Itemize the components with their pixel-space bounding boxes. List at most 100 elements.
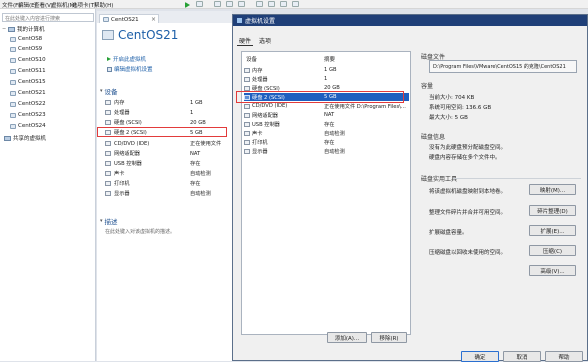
display-icon	[244, 148, 250, 154]
play-icon	[107, 57, 111, 61]
expand-button[interactable]: 扩展(E)...	[529, 225, 576, 236]
device-row[interactable]: 声卡 自动检测	[105, 169, 229, 178]
tab-options[interactable]: 选项	[259, 36, 271, 45]
tab-hardware[interactable]: 硬件	[237, 36, 254, 46]
cd-dvd-icon	[105, 141, 111, 146]
revert-snapshot-icon[interactable]	[226, 1, 233, 7]
power-on-link[interactable]: 开启此虚拟机	[107, 55, 146, 63]
thumbnail-view-icon[interactable]	[292, 1, 299, 7]
disk-info-line: 没有为此硬盘预分配磁盘空间。	[429, 145, 507, 151]
vm-icon	[10, 112, 16, 118]
fullscreen-icon[interactable]	[256, 1, 263, 7]
hardware-row[interactable]: 打印机 存在	[244, 138, 409, 146]
add-hardware-button[interactable]: 添加(A)...	[327, 332, 367, 343]
harddisk-icon	[244, 85, 250, 91]
vm-icon	[102, 30, 114, 40]
util-expand-text: 扩展磁盘容量。	[429, 230, 468, 236]
sound-card-icon	[244, 130, 250, 136]
hardware-list: 设备 摘要 内存 1 GB 处理器 1 硬盘 (SCSI) 20 GB 硬盘 2 (S…	[236, 51, 411, 335]
group-divider	[453, 178, 581, 179]
device-row[interactable]: 打印机 存在	[105, 179, 229, 188]
tree-item-vm[interactable]: CentOS8	[10, 36, 42, 42]
settings-icon	[107, 66, 112, 72]
power-on-icon[interactable]	[185, 2, 190, 8]
device-row[interactable]: 显示器 自动检测	[105, 189, 229, 198]
memory-icon	[244, 67, 250, 73]
library-search-input[interactable]: 在此处键入内容进行搜索	[2, 13, 94, 22]
console-view-icon[interactable]	[280, 1, 287, 7]
hardware-row[interactable]: 处理器 1	[244, 75, 409, 83]
red-highlight-box	[236, 91, 404, 103]
help-button[interactable]: 帮助	[545, 351, 583, 362]
processor-icon	[105, 110, 111, 115]
devices-header[interactable]: ▾ 设备	[100, 86, 118, 96]
advanced-button[interactable]: 高级(V)...	[529, 265, 576, 276]
ok-button[interactable]: 确定	[461, 351, 499, 362]
system-free-space: 系统可用空间: 136.6 GB	[429, 105, 492, 111]
device-row[interactable]: 硬盘 (SCSI) 20 GB	[105, 118, 229, 127]
red-highlight-box	[97, 127, 227, 137]
device-row[interactable]: 内存 1 GB	[105, 98, 229, 107]
snapshot-icon[interactable]	[214, 1, 221, 7]
processor-icon	[244, 76, 250, 82]
display-icon	[105, 191, 111, 196]
network-adapter-icon	[105, 151, 111, 156]
vm-icon	[10, 36, 16, 42]
util-defrag-text: 整理文件碎片并合并可用空间。	[429, 210, 507, 216]
tree-item-vm[interactable]: CentOS9	[10, 46, 42, 52]
dropdown-icon[interactable]	[196, 1, 203, 7]
hardware-row[interactable]: 内存 1 GB	[244, 66, 409, 74]
defragment-button[interactable]: 碎片整理(D)	[529, 205, 576, 216]
menu-tabs[interactable]: 选项卡(T)	[72, 1, 96, 9]
hardware-row[interactable]: CD/DVD (IDE) 正在使用文件 D:\Program Files\...	[244, 102, 409, 110]
printer-icon	[244, 139, 250, 145]
network-adapter-icon	[244, 112, 250, 118]
close-tab-icon[interactable]: ×	[151, 16, 156, 23]
tree-item-vm[interactable]: CentOS11	[10, 68, 46, 74]
tree-item-vm[interactable]: CentOS24	[10, 123, 46, 129]
device-row[interactable]: USB 控制器 存在	[105, 159, 229, 168]
library-panel: 在此处键入内容进行搜索 − 我的计算机 CentOS8 CentOS9 Cent…	[0, 9, 96, 361]
snapshot-manager-icon[interactable]	[238, 1, 245, 7]
device-row[interactable]: 网络适配器 NAT	[105, 149, 229, 158]
collapse-triangle-icon: ▾	[100, 218, 103, 224]
tree-item-vm[interactable]: CentOS21	[10, 90, 46, 96]
vm-icon	[10, 57, 16, 63]
hardware-row[interactable]: 网络适配器 NAT	[244, 111, 409, 119]
cd-dvd-icon	[244, 103, 250, 109]
hardware-row[interactable]: USB 控制器 存在	[244, 120, 409, 128]
tree-item-vm[interactable]: CentOS15	[10, 79, 46, 85]
tab-strip: CentOS21 ×	[97, 11, 232, 24]
vm-icon	[10, 90, 16, 96]
memory-icon	[105, 100, 111, 105]
dialog-title-bar: 虚拟机设置	[233, 15, 587, 26]
sound-card-icon	[105, 171, 111, 176]
edit-settings-link[interactable]: 编辑虚拟机设置	[107, 65, 153, 73]
tree-item-vm[interactable]: CentOS23	[10, 112, 46, 118]
current-size: 当前大小: 704 KB	[429, 95, 475, 101]
hardware-row[interactable]: 显示器 自动检测	[244, 147, 409, 155]
disk-info-line: 硬盘内容存储在多个文件中。	[429, 155, 501, 161]
description-header[interactable]: ▾ 描述	[100, 216, 118, 226]
shared-vms-icon	[4, 135, 11, 141]
unity-icon[interactable]	[268, 1, 275, 7]
tree-item-vm[interactable]: CentOS10	[10, 57, 46, 63]
cancel-button[interactable]: 取消	[503, 351, 541, 362]
tree-item-my-computer[interactable]: − 我的计算机	[2, 25, 45, 33]
vm-icon	[10, 46, 16, 52]
remove-hardware-button[interactable]: 移除(R)	[371, 332, 407, 343]
tree-item-shared-vms[interactable]: 共享的虚拟机	[4, 134, 46, 142]
hardware-row[interactable]: 声卡 自动检测	[244, 129, 409, 137]
menu-help[interactable]: 帮助(H)	[94, 1, 113, 9]
device-row[interactable]: 处理器 1	[105, 108, 229, 117]
collapse-icon[interactable]: −	[2, 26, 7, 32]
disk-file-path-field[interactable]: D:\Program Files\VMware\CentOS15 的克隆\Cen…	[429, 60, 577, 73]
compact-button[interactable]: 压缩(C)	[529, 245, 576, 256]
util-compact-text: 压缩磁盘以回收未使用的空间。	[429, 250, 507, 256]
collapse-triangle-icon: ▾	[100, 88, 103, 94]
tree-item-vm[interactable]: CentOS22	[10, 101, 46, 107]
description-placeholder[interactable]: 在此处键入对该虚拟机的描述。	[105, 228, 175, 235]
map-button[interactable]: 映射(M)...	[529, 184, 576, 195]
device-row[interactable]: CD/DVD (IDE) 正在使用文件	[105, 139, 229, 148]
column-device: 设备	[246, 57, 258, 63]
